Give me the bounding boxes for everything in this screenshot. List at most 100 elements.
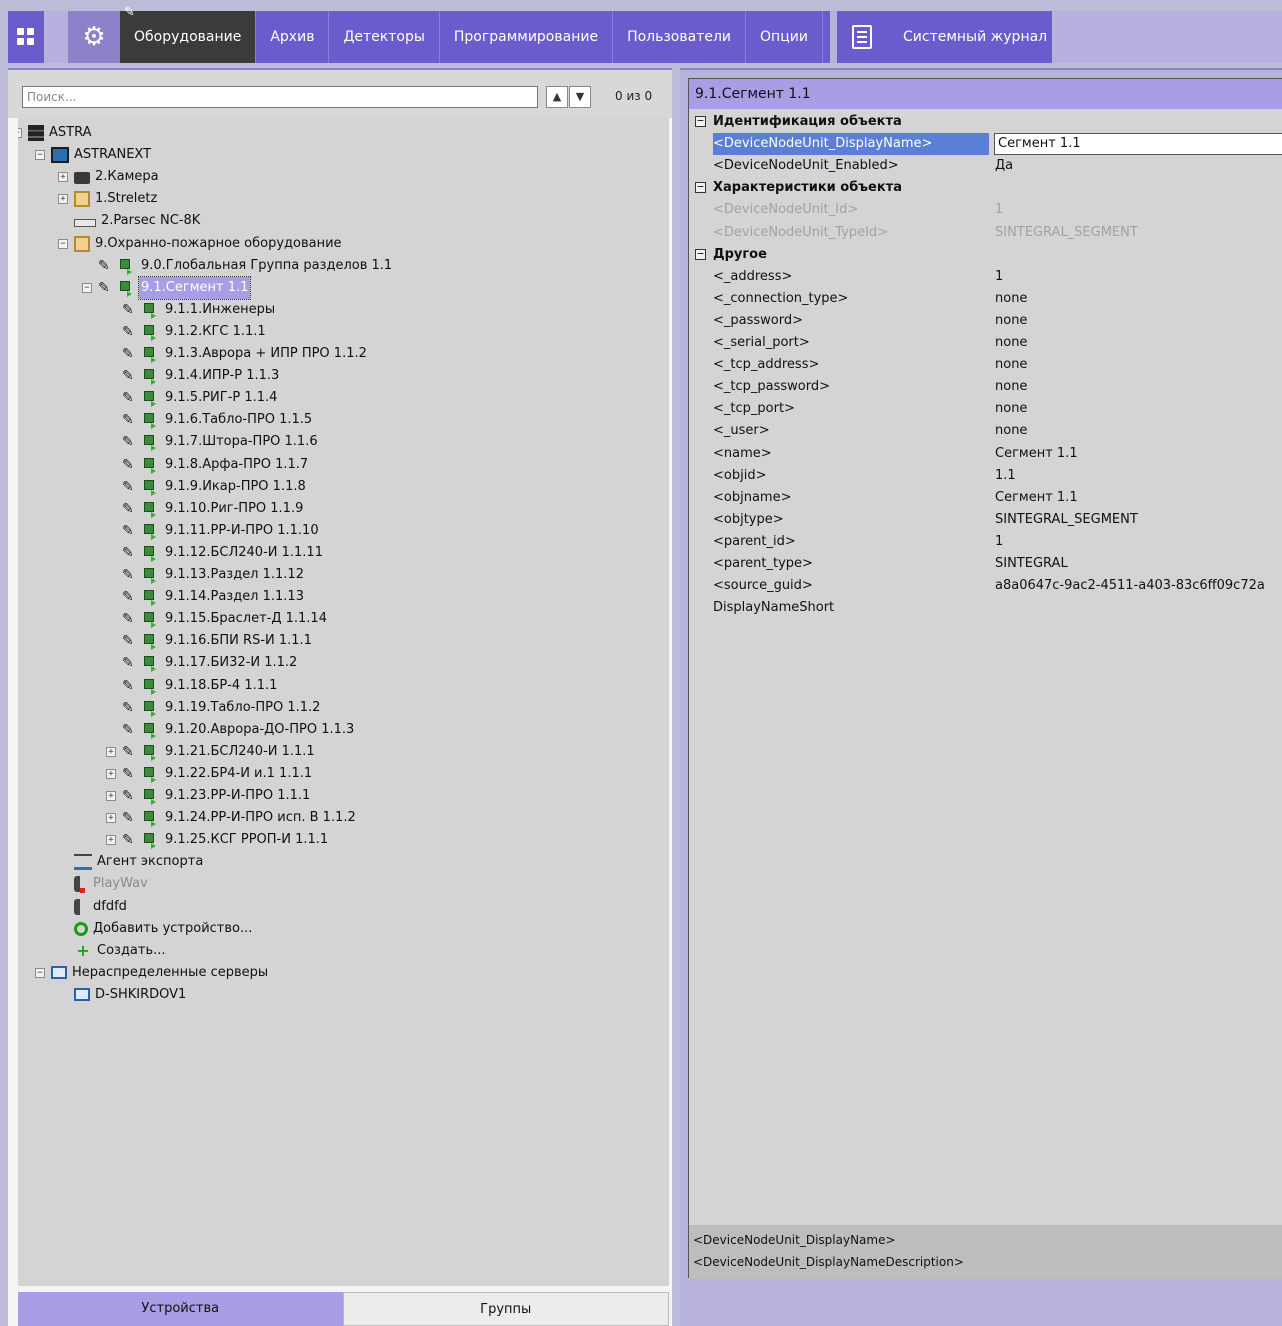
property-row[interactable]: <DeviceNodeUnit_Id> 1 — [689, 199, 1282, 221]
tab-4[interactable]: Пользователи — [613, 11, 747, 63]
property-row[interactable]: <objid> 1.1 — [689, 465, 1282, 487]
collapse-icon[interactable]: − — [58, 238, 68, 249]
tree-node[interactable]: Нераспределенные серверы — [51, 962, 270, 984]
tree-node-label: 9.1.13.Раздел 1.1.12 — [165, 567, 304, 582]
tree-node[interactable]: + Создать... — [74, 940, 168, 962]
settings-button[interactable]: ⚙ — [68, 11, 120, 63]
collapse-icon[interactable]: − — [695, 181, 706, 194]
property-category[interactable]: − Другое — [689, 244, 1282, 266]
tree-node[interactable]: ✎ 9.1.16.БПИ RS-И 1.1.1 — [122, 630, 314, 652]
search-next-button[interactable]: ▼ — [569, 86, 591, 108]
tree-node[interactable]: ✎ 9.1.11.РР-И-ПРО 1.1.10 — [122, 520, 321, 542]
expand-icon[interactable]: + — [106, 746, 116, 757]
expand-icon[interactable]: + — [106, 768, 116, 779]
tree-node[interactable]: ✎ 9.1.7.Штора-ПРО 1.1.6 — [122, 431, 320, 453]
tree-node[interactable]: dfdfd — [74, 896, 129, 918]
tab-0[interactable]: Оборудование ✎ — [120, 5, 257, 63]
tab-2[interactable]: Детекторы — [329, 11, 440, 63]
search-input[interactable] — [22, 86, 538, 108]
expand-icon[interactable]: + — [106, 791, 116, 801]
tab-system-journal[interactable]: Системный журнал — [889, 11, 1052, 63]
collapse-icon[interactable]: − — [695, 248, 706, 260]
property-row[interactable]: <_serial_port> none — [689, 332, 1282, 354]
tree-node[interactable]: ✎ 9.1.1.Инженеры — [122, 299, 277, 321]
property-row[interactable]: <DeviceNodeUnit_DisplayName> Сегмент 1.1 — [689, 133, 1282, 156]
tree-node[interactable]: 9.Охранно-пожарное оборудование — [74, 233, 344, 255]
expand-icon[interactable]: + — [106, 813, 116, 824]
property-row[interactable]: <_tcp_port> none — [689, 398, 1282, 420]
tree-node[interactable]: 1.Streletz — [74, 188, 159, 210]
tree-node[interactable]: ✎ 9.1.3.Аврора + ИПР ПРО 1.1.2 — [122, 343, 369, 365]
property-row[interactable]: <source_guid> a8a0647c-9ac2-4511-a403-83c… — [689, 575, 1282, 597]
property-row[interactable]: <_connection_type> none — [689, 288, 1282, 310]
tree-node[interactable]: ✎ 9.1.15.Браслет-Д 1.1.14 — [122, 608, 329, 630]
property-row[interactable]: <DeviceNodeUnit_Enabled> Да — [689, 155, 1282, 177]
collapse-icon[interactable]: − — [82, 282, 92, 293]
search-result-count: 0 из 0 — [615, 89, 653, 103]
collapse-icon[interactable]: − — [18, 128, 22, 138]
tree-node[interactable]: ✎ 9.1.12.БСЛ240-И 1.1.11 — [122, 542, 325, 564]
property-row[interactable]: <parent_id> 1 — [689, 531, 1282, 553]
tree-node[interactable]: ✎ 9.1.23.РР-И-ПРО 1.1.1 — [122, 785, 312, 807]
tree-node[interactable]: ✎ 9.1.6.Табло-ПРО 1.1.5 — [122, 409, 314, 431]
collapse-icon[interactable]: − — [35, 150, 45, 161]
tree-node[interactable]: ✎ 9.1.5.РИГ-Р 1.1.4 — [122, 387, 279, 409]
collapse-icon[interactable]: − — [35, 967, 45, 978]
property-row[interactable]: DisplayNameShort — [689, 597, 1282, 619]
tree-node[interactable]: ASTRANEXT — [51, 144, 153, 166]
property-row[interactable]: <_user> none — [689, 420, 1282, 442]
tree-node[interactable]: 2.Parsec NC-8K — [74, 210, 202, 232]
property-value: Да — [995, 158, 1014, 174]
tree-node[interactable]: ✎ 9.1.19.Табло-ПРО 1.1.2 — [122, 697, 322, 719]
tree-node[interactable]: ✎ 9.1.13.Раздел 1.1.12 — [122, 564, 306, 586]
tree-node[interactable]: 2.Камера — [74, 166, 161, 188]
home-button[interactable] — [8, 11, 44, 63]
property-value: 1 — [995, 533, 1004, 549]
property-row[interactable]: <objname> Сегмент 1.1 — [689, 487, 1282, 509]
tree-node[interactable]: ✎ 9.1.Сегмент 1.1 — [98, 275, 252, 300]
tree-node[interactable]: D-SHKIRDOV1 — [74, 984, 188, 1006]
tree-node[interactable]: ✎ 9.1.20.Аврора-ДО-ПРО 1.1.3 — [122, 719, 356, 741]
expand-icon[interactable]: + — [58, 194, 68, 205]
property-row[interactable]: <_password> none — [689, 310, 1282, 332]
tree-node[interactable]: ASTRA — [28, 122, 94, 144]
tree-node[interactable]: ✎ 9.1.10.Риг-ПРО 1.1.9 — [122, 498, 305, 520]
tab-3[interactable]: Программирование — [440, 11, 614, 63]
tree-node[interactable]: ✎ 9.1.17.БИ32-И 1.1.2 — [122, 652, 299, 674]
tab-groups[interactable]: Группы — [342, 1292, 669, 1326]
tree-node[interactable]: ✎ 9.1.14.Раздел 1.1.13 — [122, 586, 306, 608]
search-prev-button[interactable]: ▲ — [546, 86, 568, 108]
expand-icon[interactable]: + — [58, 172, 68, 183]
tree-node[interactable]: ✎ 9.1.4.ИПР-Р 1.1.3 — [122, 365, 281, 387]
tree-node[interactable]: ✎ 9.1.18.БР-4 1.1.1 — [122, 675, 279, 697]
tree-node[interactable]: ✎ 9.1.2.КГС 1.1.1 — [122, 321, 268, 343]
tab-1[interactable]: Архив — [256, 11, 330, 63]
tree-node[interactable]: ✎ 9.0.Глобальная Группа разделов 1.1 — [98, 255, 394, 277]
property-row[interactable]: <_address> 1 — [689, 266, 1282, 288]
tree-node[interactable]: Агент экспорта — [74, 851, 205, 873]
property-row[interactable]: <name> Сегмент 1.1 — [689, 443, 1282, 465]
property-row[interactable]: <objtype> SINTEGRAL_SEGMENT — [689, 509, 1282, 531]
tree-node[interactable]: ✎ 9.1.25.КСГ РРОП-И 1.1.1 — [122, 829, 330, 851]
tab-devices[interactable]: Устройства — [18, 1292, 343, 1326]
property-category[interactable]: − Идентификация объекта — [689, 111, 1282, 133]
create-icon: + — [76, 940, 90, 960]
property-row[interactable]: <_tcp_password> none — [689, 376, 1282, 398]
search-bar: ▲ ▼ 0 из 0 — [8, 70, 672, 118]
property-row[interactable]: <parent_type> SINTEGRAL — [689, 553, 1282, 575]
property-value-editor[interactable]: Сегмент 1.1 — [994, 133, 1282, 156]
property-row[interactable]: <_tcp_address> none — [689, 354, 1282, 376]
tree-node[interactable]: ✎ 9.1.8.Арфа-ПРО 1.1.7 — [122, 454, 310, 476]
tree-node[interactable]: PlayWav — [74, 873, 150, 895]
tree-node[interactable]: ✎ 9.1.9.Икар-ПРО 1.1.8 — [122, 476, 308, 498]
journal-icon-button[interactable] — [837, 11, 889, 63]
tree-node[interactable]: Добавить устройство... — [74, 918, 254, 940]
expand-icon[interactable]: + — [106, 835, 116, 846]
property-category[interactable]: − Характеристики объекта — [689, 177, 1282, 199]
tree-node[interactable]: ✎ 9.1.22.БР4-И и.1 1.1.1 — [122, 763, 314, 785]
tab-5[interactable]: Опции — [746, 11, 823, 63]
tree-node[interactable]: ✎ 9.1.24.РР-И-ПРО исп. В 1.1.2 — [122, 807, 358, 829]
tree-node[interactable]: ✎ 9.1.21.БСЛ240-И 1.1.1 — [122, 741, 317, 763]
property-row[interactable]: <DeviceNodeUnit_TypeId> SINTEGRAL_SEGMENT — [689, 222, 1282, 244]
collapse-icon[interactable]: − — [695, 115, 706, 127]
